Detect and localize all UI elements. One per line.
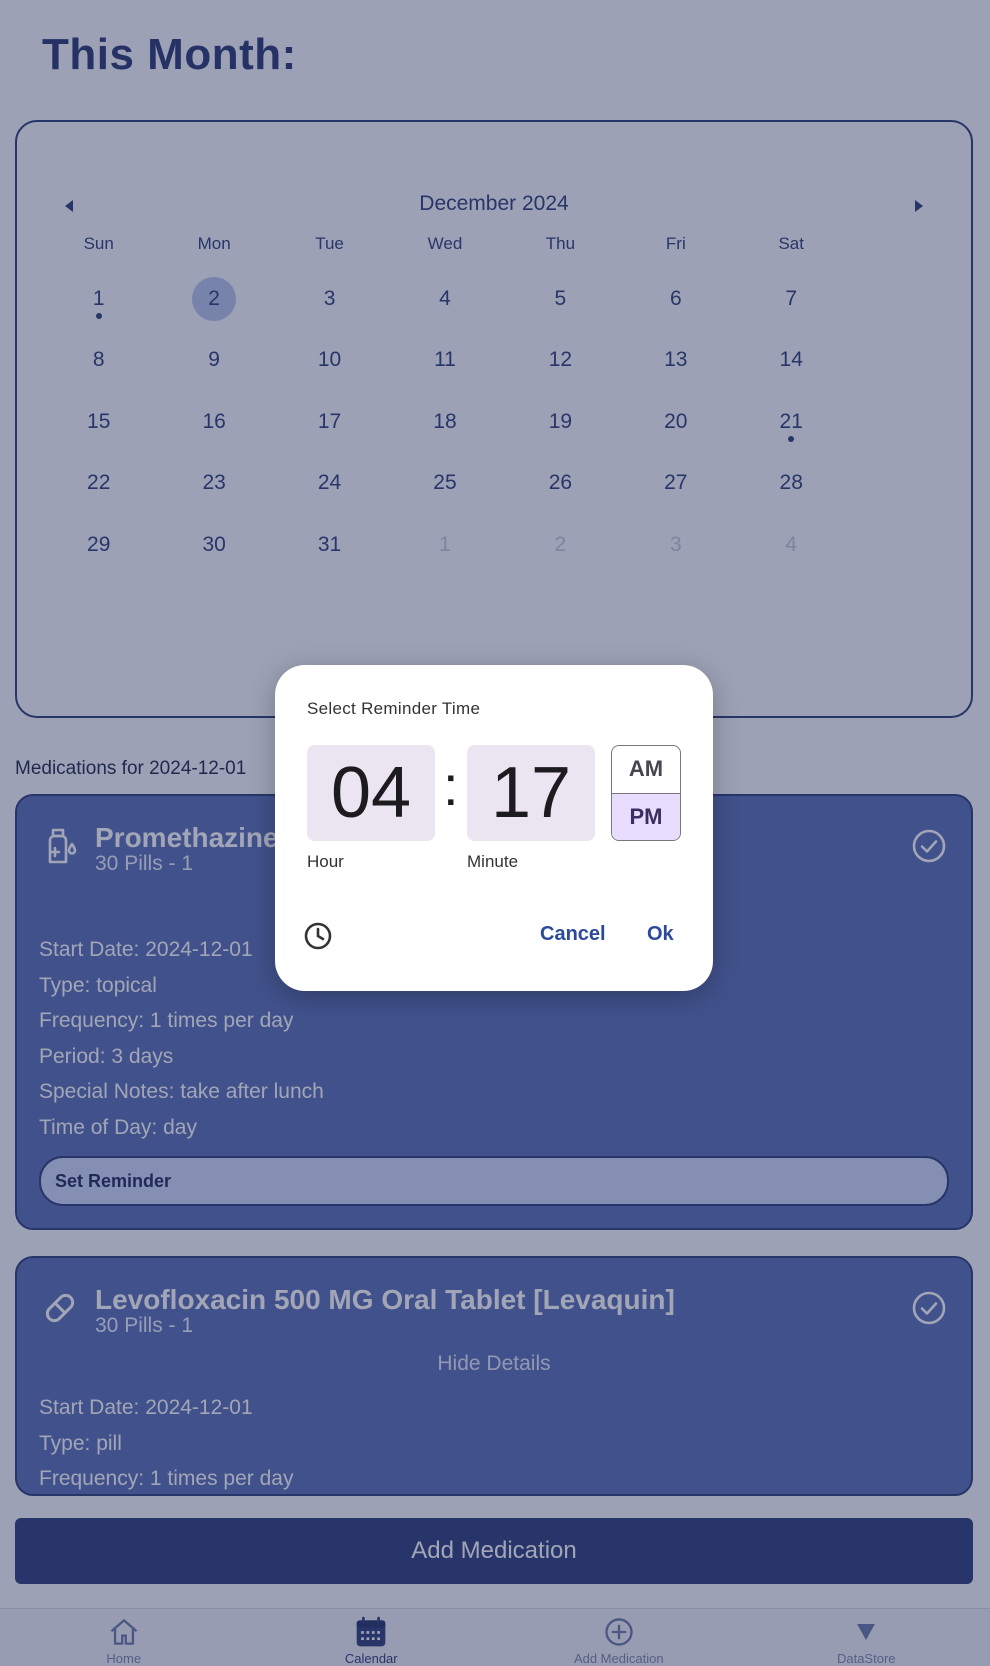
hour-input[interactable]: 04	[307, 745, 435, 841]
time-separator: :	[443, 754, 459, 817]
minute-input[interactable]: 17	[467, 745, 595, 841]
time-picker-dialog: Select Reminder Time 04 : 17 Hour Minute…	[275, 665, 713, 991]
am-option[interactable]: AM	[612, 746, 680, 794]
clock-icon[interactable]	[303, 921, 333, 951]
calendar-screen: This Month: December 2024 Sun Mon Tue We…	[0, 0, 990, 1666]
dialog-title: Select Reminder Time	[307, 699, 481, 718]
pm-option[interactable]: PM	[612, 793, 680, 840]
cancel-button[interactable]: Cancel	[540, 923, 606, 946]
ok-button[interactable]: Ok	[647, 923, 674, 946]
minute-label: Minute	[467, 852, 519, 871]
hour-label: Hour	[307, 852, 344, 871]
am-pm-selector: AM PM	[611, 745, 681, 841]
